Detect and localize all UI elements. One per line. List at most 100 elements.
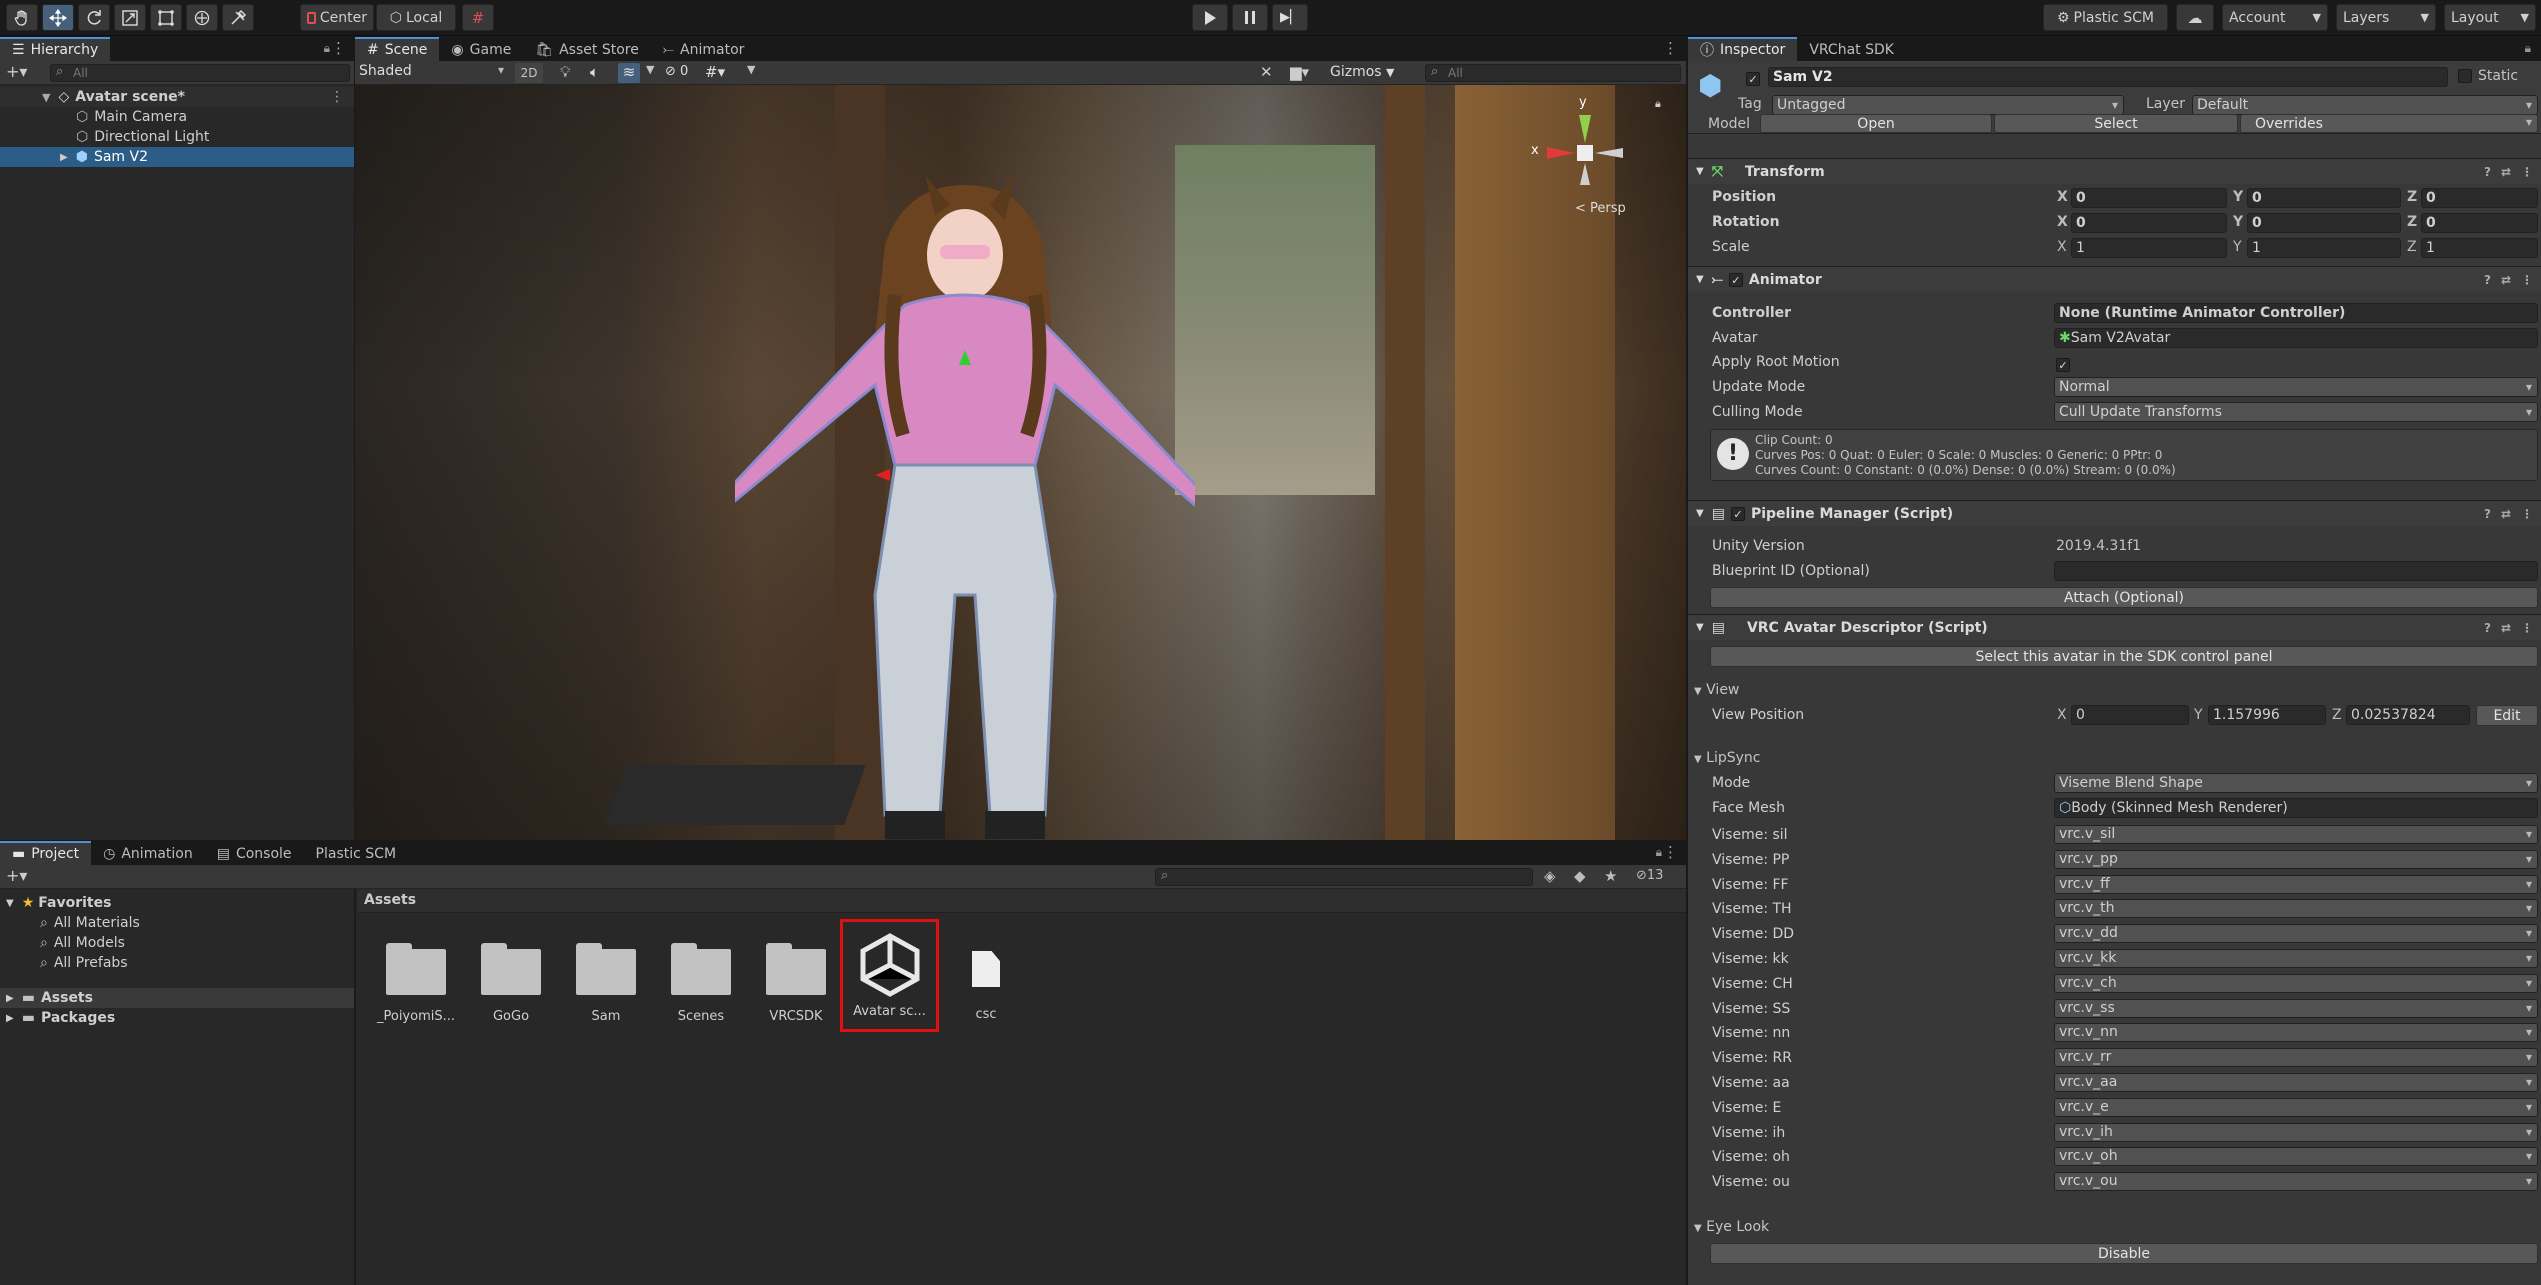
select-model-button[interactable]: Select: [1994, 114, 2238, 133]
shading-mode-dropdown[interactable]: Shaded: [359, 63, 509, 83]
view-y-field[interactable]: 1.157996: [2208, 705, 2326, 725]
lock-icon[interactable]: 🔒︎: [1655, 97, 1661, 111]
edit-view-button[interactable]: Edit: [2476, 705, 2538, 726]
more-options-icon[interactable]: ⋮: [1663, 39, 1678, 57]
view-foldout[interactable]: ▼ View: [1694, 682, 1739, 698]
asset-folder[interactable]: Scenes: [657, 933, 745, 1024]
packages-root-row[interactable]: ▶ ▬ Packages: [0, 1008, 354, 1028]
layers-dropdown[interactable]: Layers ▼: [2336, 4, 2436, 31]
select-in-sdk-button[interactable]: Select this avatar in the SDK control pa…: [1710, 646, 2538, 667]
overrides-dropdown[interactable]: Overrides: [2240, 114, 2538, 133]
preset-icon[interactable]: ⇄: [2501, 507, 2511, 521]
face-mesh-field[interactable]: ⬡Body (Skinned Mesh Renderer): [2054, 798, 2538, 818]
preset-icon[interactable]: ⇄: [2501, 165, 2511, 179]
hierarchy-item-selected[interactable]: ▶ ⬢ Sam V2: [0, 147, 354, 167]
viseme-dropdown[interactable]: vrc.v_rr: [2054, 1048, 2538, 1068]
account-dropdown[interactable]: Account ▼: [2222, 4, 2328, 31]
grid-visibility-icon[interactable]: #▾: [705, 63, 725, 81]
scale-x-field[interactable]: 1: [2071, 238, 2227, 258]
hierarchy-search-input[interactable]: All: [50, 64, 350, 82]
pivot-local-button[interactable]: ⬡ Local: [376, 4, 456, 31]
search-by-type-icon[interactable]: ◈: [1544, 867, 1556, 885]
grid-snap-button[interactable]: #: [462, 4, 494, 31]
enabled-checkbox[interactable]: ✓: [1728, 272, 1743, 288]
project-search-input[interactable]: [1155, 868, 1533, 886]
viseme-dropdown[interactable]: vrc.v_e: [2054, 1097, 2538, 1117]
layer-dropdown[interactable]: Default: [2192, 95, 2538, 115]
layout-dropdown[interactable]: Layout ▼: [2444, 4, 2536, 31]
rect-tool-button[interactable]: [150, 4, 182, 31]
favorite-item[interactable]: ⌕ All Prefabs: [0, 953, 354, 973]
favorite-item[interactable]: ⌕ All Materials: [0, 913, 354, 933]
tag-dropdown[interactable]: Untagged: [1772, 95, 2124, 115]
viseme-dropdown[interactable]: vrc.v_sil: [2054, 825, 2538, 844]
object-name-field[interactable]: Sam V2: [1768, 67, 2448, 87]
view-x-field[interactable]: 0: [2071, 705, 2189, 725]
lock-icon[interactable]: 🔒︎: [1656, 845, 1662, 860]
viseme-dropdown[interactable]: vrc.v_pp: [2054, 849, 2538, 869]
pivot-center-button[interactable]: Center: [300, 4, 374, 31]
tab-hierarchy[interactable]: ☰ Hierarchy: [0, 37, 111, 61]
pipeline-manager-header[interactable]: ▼ ▤ ✓ Pipeline Manager (Script) ? ⇄ ⋮: [1688, 500, 2541, 526]
tab-scene[interactable]: # Scene: [355, 37, 440, 61]
pause-button[interactable]: [1232, 4, 1268, 31]
scene-search-input[interactable]: All: [1425, 64, 1681, 82]
viseme-dropdown[interactable]: vrc.v_ss: [2054, 998, 2538, 1018]
hidden-objects-toggle[interactable]: ⊘ 0: [665, 64, 688, 79]
tab-animator[interactable]: ⤚ Animator: [651, 37, 757, 61]
viseme-dropdown[interactable]: vrc.v_ff: [2054, 874, 2538, 894]
help-icon[interactable]: ?: [2484, 273, 2491, 287]
effects-icon[interactable]: ≋: [618, 63, 640, 83]
transform-header[interactable]: ▼ ⤧ Transform ? ⇄ ⋮: [1688, 158, 2541, 184]
tab-game[interactable]: ◉ Game: [439, 37, 523, 61]
gizmos-dropdown[interactable]: Gizmos ▼: [1330, 64, 1395, 80]
audio-icon[interactable]: 🔈︎: [590, 63, 599, 81]
step-button[interactable]: ▶▏: [1272, 4, 1308, 31]
asset-folder[interactable]: VRCSDK: [752, 933, 840, 1024]
asset-folder[interactable]: GoGo: [467, 933, 555, 1024]
static-checkbox[interactable]: [2458, 69, 2472, 87]
2d-toggle[interactable]: 2D: [515, 63, 543, 83]
more-options-icon[interactable]: ⋮: [2521, 165, 2533, 179]
assets-root-row[interactable]: ▶ ▬ Assets: [0, 988, 354, 1008]
tools-icon[interactable]: ✕: [1260, 63, 1273, 81]
dropdown-arrow-icon[interactable]: ▼: [747, 63, 755, 76]
more-options-icon[interactable]: ⋮: [331, 39, 346, 57]
tab-asset-store[interactable]: 🛍︎ Asset Store: [523, 37, 651, 61]
projection-toggle[interactable]: < Persp: [1575, 201, 1626, 216]
effects-dropdown-arrow-icon[interactable]: ▼: [646, 63, 654, 76]
blueprint-id-field[interactable]: [2054, 561, 2538, 581]
viseme-dropdown[interactable]: vrc.v_ch: [2054, 973, 2538, 993]
asset-folder[interactable]: _PoiyomiS...: [372, 933, 460, 1024]
help-icon[interactable]: ?: [2484, 165, 2491, 179]
transform-tool-button[interactable]: [186, 4, 218, 31]
scale-tool-button[interactable]: [114, 4, 146, 31]
tab-project[interactable]: ▬ Project: [0, 841, 92, 865]
rotate-tool-button[interactable]: [78, 4, 110, 31]
more-options-icon[interactable]: ⋮: [2521, 273, 2533, 287]
tab-vrchat-sdk[interactable]: VRChat SDK: [1797, 37, 1906, 61]
hierarchy-item[interactable]: ⬡ Directional Light: [0, 127, 354, 147]
camera-icon[interactable]: ▆▾: [1290, 63, 1309, 81]
scene-viewport[interactable]: y x < Persp 🔒︎: [355, 85, 1686, 840]
custom-tool-button[interactable]: [222, 4, 254, 31]
eye-look-foldout[interactable]: ▼ Eye Look: [1694, 1219, 1769, 1235]
controller-field[interactable]: None (Runtime Animator Controller): [2054, 303, 2538, 323]
help-icon[interactable]: ?: [2484, 507, 2491, 521]
favorite-star-icon[interactable]: ★: [1604, 867, 1617, 885]
lipsync-mode-dropdown[interactable]: Viseme Blend Shape: [2054, 773, 2538, 793]
hidden-packages-toggle[interactable]: ⊘13: [1636, 868, 1663, 883]
avatar-descriptor-header[interactable]: ▼ ▤ VRC Avatar Descriptor (Script) ? ⇄ ⋮: [1688, 614, 2541, 640]
lock-icon[interactable]: 🔒︎: [2525, 41, 2531, 56]
tab-inspector[interactable]: ⓘ Inspector: [1688, 37, 1798, 61]
viseme-dropdown[interactable]: vrc.v_oh: [2054, 1147, 2538, 1167]
viseme-dropdown[interactable]: vrc.v_nn: [2054, 1023, 2538, 1043]
position-x-field[interactable]: 0: [2071, 188, 2227, 208]
tab-animation[interactable]: ◷ Animation: [91, 841, 205, 865]
tab-console[interactable]: ▤ Console: [205, 841, 304, 865]
preset-icon[interactable]: ⇄: [2501, 621, 2511, 635]
more-options-icon[interactable]: ⋮: [2521, 507, 2533, 521]
rotation-x-field[interactable]: 0: [2071, 213, 2227, 233]
viseme-dropdown[interactable]: vrc.v_ih: [2054, 1122, 2538, 1142]
play-button[interactable]: [1192, 4, 1228, 31]
